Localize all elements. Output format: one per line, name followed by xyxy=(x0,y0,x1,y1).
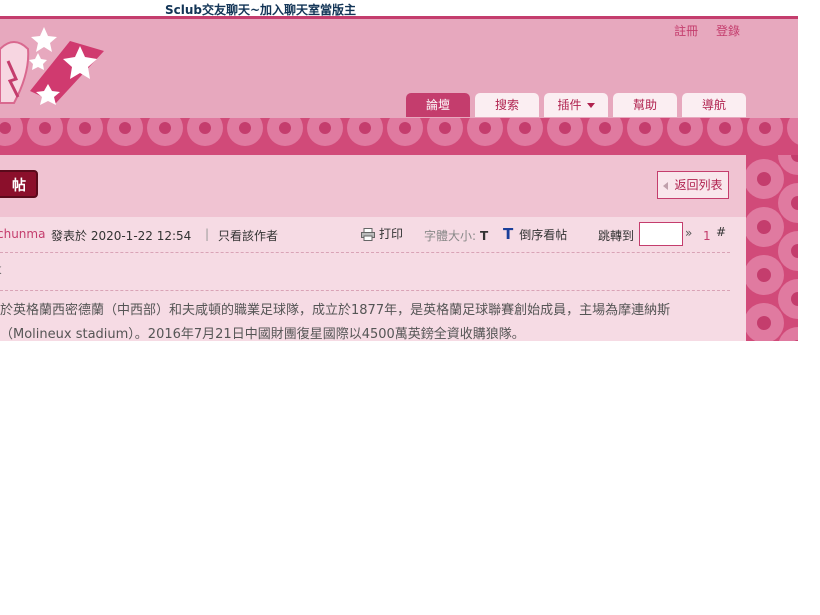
pattern-circle xyxy=(719,122,731,134)
pattern-circle xyxy=(759,122,771,134)
circle-pattern xyxy=(0,118,798,146)
back-to-list-button[interactable]: 返回列表 xyxy=(657,171,729,199)
pattern-circle xyxy=(319,122,331,134)
pattern-circle xyxy=(79,122,91,134)
tab-help-label: 幫助 xyxy=(632,98,657,112)
tab-forum[interactable]: 論壇 xyxy=(406,93,470,117)
jump-to-floor-input[interactable] xyxy=(639,222,683,246)
font-size-label: 字體大小: xyxy=(424,229,477,243)
circle-pattern-vertical xyxy=(746,155,798,341)
pattern-circle xyxy=(599,122,611,134)
pattern-circle xyxy=(159,122,171,134)
post-body: 於英格蘭西密德蘭（中西部）和夫咸頓的職業足球隊，成立於1877年，是英格蘭足球聯… xyxy=(0,299,745,347)
pattern-circle xyxy=(787,118,798,145)
only-author-link[interactable]: 只看該作者 xyxy=(218,227,278,244)
tab-plugins[interactable]: 插件 xyxy=(544,93,608,117)
print-label: 打印 xyxy=(379,227,404,241)
printer-icon xyxy=(361,228,375,241)
pattern-circle xyxy=(757,172,771,186)
permalink-hash[interactable]: # xyxy=(716,225,726,239)
divider xyxy=(0,290,730,291)
back-to-list-label: 返回列表 xyxy=(674,178,723,192)
post-body-line: （Molineux stadium）。2016年7月21日中國財團復星國際以45… xyxy=(0,327,525,342)
tab-forum-label: 論壇 xyxy=(425,98,450,112)
post-timestamp: 發表於 2020-1-22 12:54 xyxy=(51,229,192,243)
reverse-order-label: 倒序看帖 xyxy=(519,228,568,242)
pattern-circle xyxy=(519,122,531,134)
pattern-circle xyxy=(39,122,51,134)
print-button[interactable]: 打印 xyxy=(361,225,403,242)
author-link[interactable]: chunma xyxy=(0,227,45,241)
reverse-order-icon: T xyxy=(503,225,514,243)
pattern-circle xyxy=(359,122,371,134)
pattern-circle xyxy=(199,122,211,134)
jump-to-label: 跳轉到 xyxy=(598,229,635,243)
tab-search-label: 搜索 xyxy=(494,98,519,112)
pattern-circle xyxy=(757,220,771,234)
decorative-circle-band xyxy=(0,118,798,155)
decorative-right-strip xyxy=(746,155,798,341)
font-size-control[interactable]: 字體大小: T xyxy=(424,227,488,244)
tab-search[interactable]: 搜索 xyxy=(475,93,539,117)
pattern-circle xyxy=(239,122,251,134)
thread-toolbar: 帖 返回列表 xyxy=(0,155,746,217)
top-bar: Sclub交友聊天~加入聊天室當版主 xyxy=(0,0,798,17)
site-header: 註冊 登錄 論壇 搜索 插件 幫助 導航 xyxy=(0,16,798,121)
post-info-bar: chunma 發表於 2020-1-22 12:54 | 只看該作者 打印 字體… xyxy=(0,217,746,253)
floor-number[interactable]: 1 xyxy=(703,229,711,243)
pattern-circle xyxy=(559,122,571,134)
jump-go-button[interactable]: » xyxy=(685,226,692,240)
pattern-circle xyxy=(757,316,771,330)
reply-button-label: 帖 xyxy=(12,178,26,194)
login-link[interactable]: 登錄 xyxy=(716,24,740,38)
reply-button[interactable]: 帖 xyxy=(0,170,38,198)
tab-plugins-label: 插件 xyxy=(557,98,582,112)
pattern-circle xyxy=(679,122,691,134)
chevron-down-icon xyxy=(586,103,595,108)
arrow-left-icon xyxy=(663,181,669,190)
pattern-circle xyxy=(639,122,651,134)
pattern-circle xyxy=(119,122,131,134)
reverse-order-button[interactable]: T 倒序看帖 xyxy=(503,225,567,243)
register-link[interactable]: 註冊 xyxy=(674,24,698,38)
divider xyxy=(0,252,730,253)
tab-navigation-label: 導航 xyxy=(701,98,726,112)
site-logo[interactable] xyxy=(0,21,110,111)
user-links: 註冊 登錄 xyxy=(660,22,740,39)
pattern-circle xyxy=(439,122,451,134)
tab-navigation[interactable]: 導航 xyxy=(682,93,746,117)
pattern-circle xyxy=(479,122,491,134)
font-size-toggle[interactable]: T xyxy=(480,229,488,243)
tab-help[interactable]: 幫助 xyxy=(613,93,677,117)
pattern-circle xyxy=(399,122,411,134)
pattern-circle xyxy=(279,122,291,134)
post-subtitle: k xyxy=(0,263,2,278)
pattern-circle xyxy=(757,268,771,282)
post-body-line: 於英格蘭西密德蘭（中西部）和夫咸頓的職業足球隊，成立於1877年，是英格蘭足球聯… xyxy=(0,303,671,318)
divider: | xyxy=(205,227,210,241)
